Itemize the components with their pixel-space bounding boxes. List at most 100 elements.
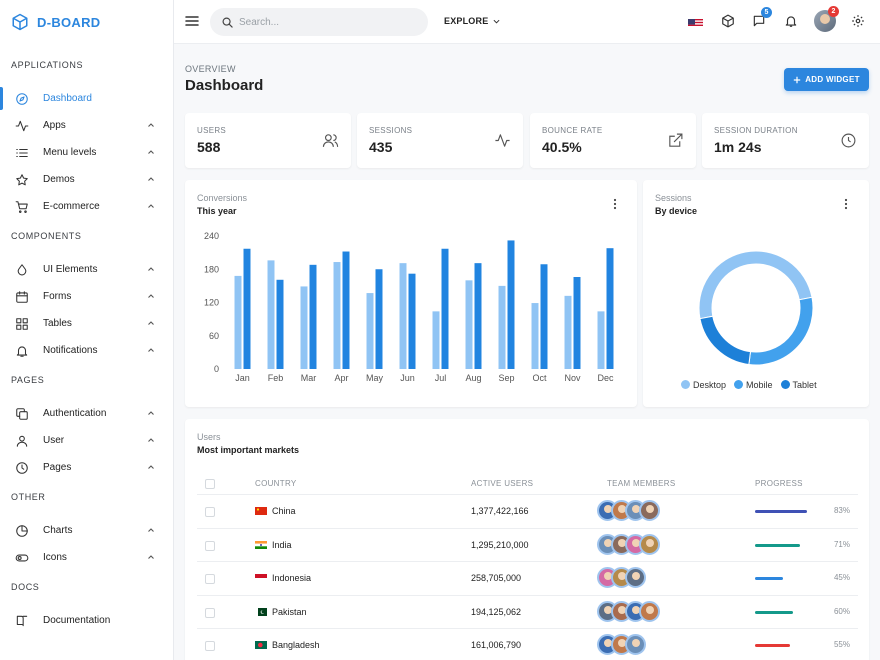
country-cell: Bangladesh bbox=[255, 640, 320, 650]
sidebar-item-pages[interactable]: Pages bbox=[0, 454, 173, 481]
bd-flag-icon bbox=[255, 641, 267, 649]
column-header-country: COUNTRY bbox=[255, 479, 297, 488]
us-flag-icon[interactable] bbox=[688, 16, 703, 26]
team-members-cell bbox=[597, 533, 660, 555]
stat-label: USERS bbox=[197, 126, 227, 135]
sidebar-nav: APPLICATIONS Dashboard Apps Menu levels Demo… bbox=[0, 44, 173, 634]
active-users-cell: 1,377,422,166 bbox=[471, 506, 529, 516]
users-icon bbox=[322, 134, 339, 147]
donut-slice-mobile bbox=[748, 296, 814, 366]
chevron-up-icon bbox=[148, 177, 154, 181]
sidebar-item-user[interactable]: User bbox=[0, 427, 173, 454]
sidebar-item-charts[interactable]: Charts bbox=[0, 517, 173, 544]
pie-chart-icon bbox=[15, 524, 29, 538]
team-member-avatar[interactable] bbox=[625, 634, 646, 655]
cart-icon bbox=[15, 200, 29, 214]
team-member-avatar[interactable] bbox=[639, 600, 660, 622]
y-tick-label: 240 bbox=[204, 231, 219, 241]
team-member-avatar[interactable] bbox=[625, 567, 646, 588]
sidebar-item-dashboard[interactable]: Dashboard bbox=[0, 85, 173, 112]
sidebar-item-ui-elements[interactable]: UI Elements bbox=[0, 256, 173, 283]
calendar-icon bbox=[15, 290, 29, 304]
table-row[interactable]: Pakistan 194,125,062 60% bbox=[197, 594, 858, 628]
sidebar-item-authentication[interactable]: Authentication bbox=[0, 400, 173, 427]
row-checkbox[interactable] bbox=[205, 540, 215, 551]
sidebar-item-forms[interactable]: Forms bbox=[0, 283, 173, 310]
bar-mar-series-1 bbox=[300, 286, 308, 369]
table-row[interactable]: Bangladesh 161,006,790 55% bbox=[197, 628, 858, 660]
stat-label: SESSIONS bbox=[369, 126, 413, 135]
sidebar-item-label: Documentation bbox=[43, 615, 111, 626]
plus-icon bbox=[794, 76, 801, 83]
x-tick-label: Jan bbox=[235, 373, 250, 383]
country-name: Pakistan bbox=[272, 606, 307, 617]
active-users-cell: 194,125,062 bbox=[471, 606, 522, 617]
sidebar-item-apps[interactable]: Apps bbox=[0, 112, 173, 139]
x-tick-label: Feb bbox=[268, 373, 284, 383]
country-name: India bbox=[272, 539, 292, 550]
explore-dropdown[interactable]: EXPLORE bbox=[444, 16, 500, 26]
stat-card-session-duration: SESSION DURATION 1m 24s bbox=[702, 113, 869, 168]
team-member-avatar[interactable] bbox=[639, 533, 660, 555]
clock-icon bbox=[15, 461, 29, 475]
bell-icon[interactable] bbox=[783, 13, 799, 29]
sidebar-item-label: Notifications bbox=[43, 345, 98, 356]
sessions-card: Sessions By device Desktop Mobile Tablet bbox=[643, 180, 869, 407]
country-name: Indonesia bbox=[272, 573, 312, 583]
add-widget-button[interactable]: ADD WIDGET bbox=[784, 68, 869, 91]
explore-label: EXPLORE bbox=[444, 16, 489, 26]
select-all-checkbox[interactable] bbox=[205, 479, 215, 489]
x-tick-label: Jun bbox=[400, 373, 415, 383]
chevron-up-icon bbox=[148, 321, 154, 325]
legend-dot bbox=[681, 380, 690, 389]
y-tick-label: 0 bbox=[214, 364, 219, 374]
sidebar-item-notifications[interactable]: Notifications bbox=[0, 337, 173, 364]
x-tick-label: Dec bbox=[597, 373, 614, 383]
sidebar-item-tables[interactable]: Tables bbox=[0, 310, 173, 337]
sidebar-item-demos[interactable]: Demos bbox=[0, 166, 173, 193]
sidebar-item-documentation[interactable]: Documentation bbox=[0, 607, 173, 634]
progress-fill bbox=[755, 644, 790, 647]
bar-dec-series-2 bbox=[606, 248, 614, 369]
hamburger-menu-icon[interactable] bbox=[185, 14, 199, 28]
team-member-avatar[interactable] bbox=[639, 500, 660, 521]
stat-label: BOUNCE RATE bbox=[542, 126, 603, 135]
table-row[interactable]: India 1,295,210,000 71% bbox=[197, 527, 858, 561]
progress-fill bbox=[755, 577, 784, 580]
progress-percent: 71% bbox=[833, 539, 850, 549]
messages-icon[interactable]: 5 bbox=[751, 7, 772, 29]
table-row[interactable]: China 1,377,422,166 83% bbox=[197, 494, 858, 527]
sidebar-item-menu-levels[interactable]: Menu levels bbox=[0, 139, 173, 166]
bar-nov-series-2 bbox=[573, 277, 581, 369]
progress-bar bbox=[755, 577, 818, 580]
bar-jul-series-1 bbox=[432, 311, 440, 369]
row-checkbox[interactable] bbox=[205, 507, 215, 517]
row-checkbox[interactable] bbox=[205, 607, 215, 618]
row-checkbox[interactable] bbox=[205, 574, 215, 584]
messages-badge: 5 bbox=[761, 7, 772, 18]
bar-jul-series-2 bbox=[441, 248, 449, 369]
table-row[interactable]: Indonesia 258,705,000 45% bbox=[197, 561, 858, 594]
add-widget-label: ADD WIDGET bbox=[805, 75, 860, 84]
legend-item: Mobile bbox=[734, 380, 773, 390]
bar-apr-series-1 bbox=[333, 262, 341, 369]
sidebar-item-label: UI Elements bbox=[43, 264, 98, 275]
page-title: Dashboard bbox=[185, 77, 264, 94]
bar-may-series-1 bbox=[366, 293, 374, 369]
cube-icon[interactable] bbox=[720, 13, 736, 29]
search-input[interactable] bbox=[239, 16, 409, 28]
sidebar-item-label: Apps bbox=[43, 120, 66, 131]
sidebar-item-label: User bbox=[43, 435, 65, 446]
sidebar-item-e-commerce[interactable]: E-commerce bbox=[0, 193, 173, 220]
legend-item: Desktop bbox=[681, 380, 726, 390]
brand-name: D-BOARD bbox=[37, 14, 101, 30]
country-cell: Indonesia bbox=[255, 573, 311, 583]
bar-sep-series-2 bbox=[507, 240, 515, 369]
bar-feb-series-2 bbox=[276, 279, 284, 369]
brand-logo[interactable]: D-BOARD bbox=[0, 0, 173, 44]
x-tick-label: Sep bbox=[498, 373, 514, 383]
cube-logo-icon bbox=[12, 13, 28, 31]
sidebar-item-icons[interactable]: Icons bbox=[0, 544, 173, 571]
gear-icon[interactable] bbox=[850, 13, 866, 29]
row-checkbox[interactable] bbox=[205, 641, 215, 651]
